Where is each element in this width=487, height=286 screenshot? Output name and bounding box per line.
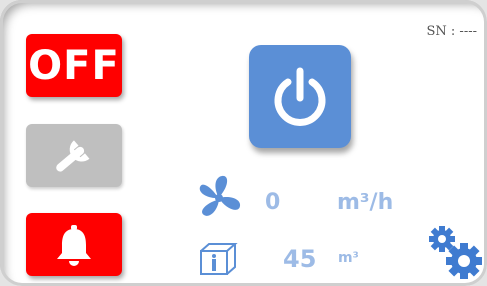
power-icon	[274, 67, 326, 126]
gears-icon[interactable]	[428, 225, 484, 281]
fan-icon	[199, 175, 241, 216]
airflow-value: 0	[265, 190, 281, 215]
volume-value: 45	[283, 245, 317, 273]
bell-icon	[57, 224, 91, 266]
airflow-unit: m³/h	[337, 190, 394, 215]
power-button[interactable]	[249, 45, 351, 148]
maintenance-button[interactable]	[26, 124, 122, 187]
off-button[interactable]: OFF	[26, 34, 122, 97]
control-panel: SN : ---- OFF 0 m³/h 45 m³	[0, 0, 487, 286]
alarm-button[interactable]	[26, 213, 122, 276]
off-button-label: OFF	[28, 42, 120, 89]
wrench-icon	[56, 139, 90, 172]
serial-number: SN : ----	[426, 24, 478, 39]
volume-unit: m³	[338, 250, 359, 266]
cube-person-icon	[200, 243, 238, 275]
